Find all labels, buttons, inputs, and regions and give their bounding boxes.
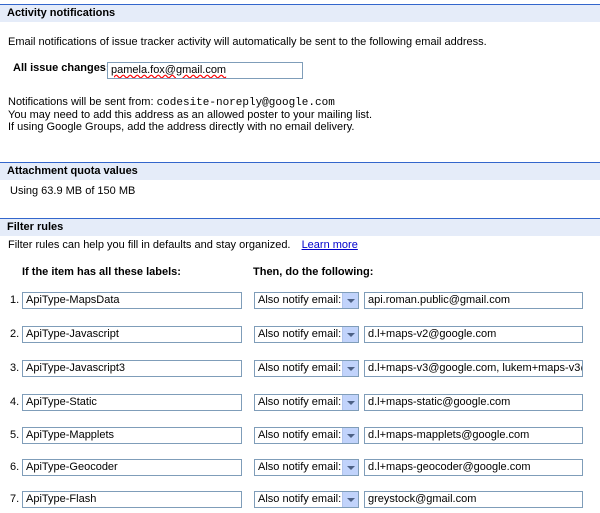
google-groups-note: If using Google Groups, add the address …	[8, 121, 355, 133]
chevron-down-icon[interactable]	[342, 395, 358, 410]
chevron-down-icon[interactable]	[342, 428, 358, 443]
sent-from-address: codesite-noreply@google.com	[156, 97, 335, 109]
email-field-value: pamela.fox@gmail.com	[111, 64, 227, 76]
rule-labels-input[interactable]: ApiType-Flash	[22, 491, 242, 508]
rule-action-value: Also notify email:	[258, 396, 342, 408]
quota-section-title: Attachment quota values	[7, 165, 138, 177]
rule-number: 1.	[10, 294, 20, 306]
rule-action-select[interactable]: Also notify email:	[254, 292, 359, 309]
rule-action-value-input[interactable]: d.l+maps-v3@google.com, lukem+maps-v3@g	[364, 360, 583, 377]
allowed-poster-note: You may need to add this address as an a…	[8, 109, 373, 121]
rule-action-value-input[interactable]: d.l+maps-geocoder@google.com	[364, 459, 583, 476]
sent-from-prefix: Notifications will be sent from:	[8, 96, 154, 108]
rule-action-select[interactable]: Also notify email:	[254, 394, 359, 411]
filter-description: Filter rules can help you fill in defaul…	[8, 239, 291, 251]
filter-section-title: Filter rules	[7, 221, 64, 233]
rule-number: 7.	[10, 493, 20, 505]
rule-action-value-input[interactable]: api.roman.public@gmail.com	[364, 292, 583, 309]
rule-action-select[interactable]: Also notify email:	[254, 491, 359, 508]
rule-number: 4.	[10, 396, 20, 408]
rule-labels-input[interactable]: ApiType-Mapplets	[22, 427, 242, 444]
quota-usage-text: Using 63.9 MB of 150 MB	[10, 185, 136, 197]
labels-column-header: If the item has all these labels:	[22, 266, 181, 278]
activity-section-title: Activity notifications	[7, 7, 116, 19]
rule-action-value: Also notify email:	[258, 362, 342, 374]
rule-labels-input[interactable]: ApiType-Javascript	[22, 326, 242, 343]
rule-action-value: Also notify email:	[258, 461, 342, 473]
rule-action-value: Also notify email:	[258, 429, 342, 441]
rule-action-select[interactable]: Also notify email:	[254, 427, 359, 444]
rule-number: 3.	[10, 362, 20, 374]
chevron-down-icon[interactable]	[342, 361, 358, 376]
rule-labels-input[interactable]: ApiType-MapsData	[22, 292, 242, 309]
rule-action-select[interactable]: Also notify email:	[254, 360, 359, 377]
activity-intro-text: Email notifications of issue tracker act…	[8, 36, 487, 48]
rule-action-value: Also notify email:	[258, 294, 342, 306]
chevron-down-icon[interactable]	[342, 492, 358, 507]
rule-action-value: Also notify email:	[258, 328, 342, 340]
rule-action-value-input[interactable]: greystock@gmail.com	[364, 491, 583, 508]
chevron-down-icon[interactable]	[342, 460, 358, 475]
rule-labels-input[interactable]: ApiType-Javascript3	[22, 360, 242, 377]
rule-action-value-input[interactable]: d.l+maps-mapplets@google.com	[364, 427, 583, 444]
rule-number: 5.	[10, 429, 20, 441]
rule-number: 6.	[10, 461, 20, 473]
learn-more-link[interactable]: Learn more	[302, 239, 358, 251]
all-issue-changes-label: All issue changes:	[13, 62, 110, 74]
rule-number: 2.	[10, 328, 20, 340]
actions-column-header: Then, do the following:	[253, 266, 374, 278]
filter-section-header: Filter rules	[0, 218, 600, 236]
rule-action-value-input[interactable]: d.l+maps-v2@google.com	[364, 326, 583, 343]
activity-section-header: Activity notifications	[0, 4, 600, 22]
quota-section-header: Attachment quota values	[0, 162, 600, 180]
sent-from-line: Notifications will be sent from: codesit…	[8, 96, 335, 109]
chevron-down-icon[interactable]	[342, 293, 358, 308]
rule-action-value: Also notify email:	[258, 493, 342, 505]
rule-action-value-input[interactable]: d.l+maps-static@google.com	[364, 394, 583, 411]
rule-action-select[interactable]: Also notify email:	[254, 326, 359, 343]
rule-labels-input[interactable]: ApiType-Static	[22, 394, 242, 411]
filter-description-line: Filter rules can help you fill in defaul…	[8, 239, 358, 251]
all-issue-changes-email-field[interactable]: pamela.fox@gmail.com	[107, 62, 303, 79]
chevron-down-icon[interactable]	[342, 327, 358, 342]
rule-labels-input[interactable]: ApiType-Geocoder	[22, 459, 242, 476]
rule-action-select[interactable]: Also notify email:	[254, 459, 359, 476]
